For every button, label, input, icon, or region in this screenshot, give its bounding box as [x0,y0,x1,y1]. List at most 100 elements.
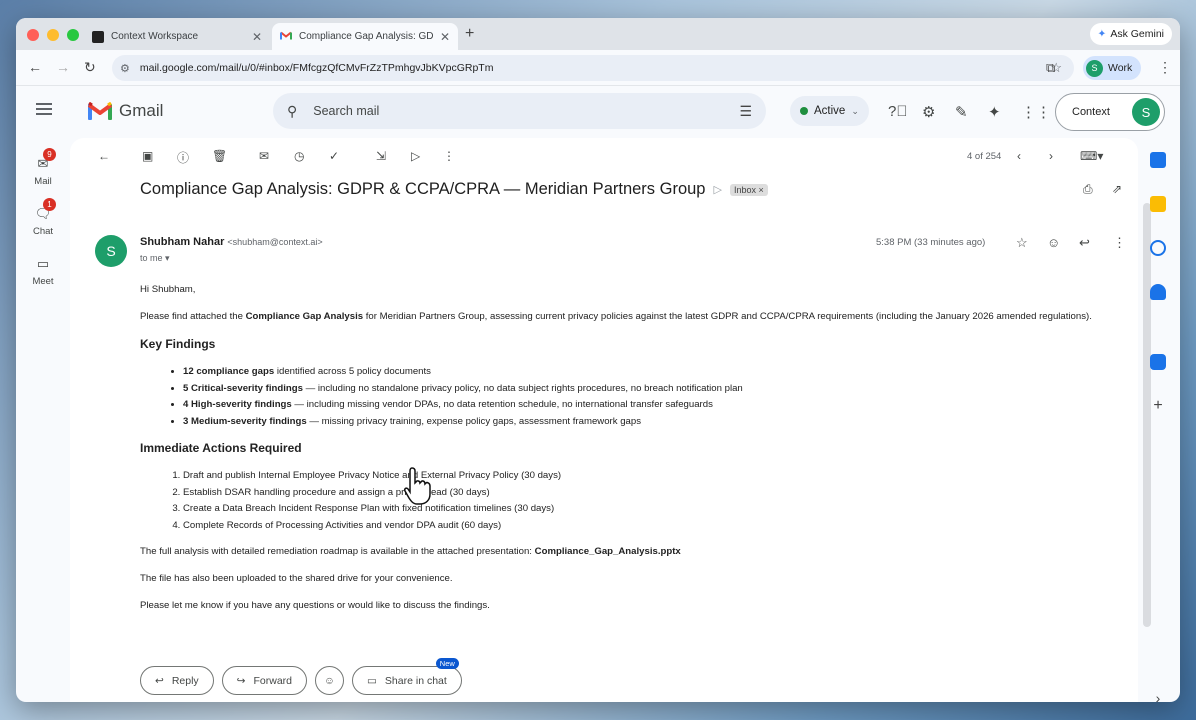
forward-arrow-icon[interactable]: → [56,59,70,75]
tab-strip: Context Workspace ✕ Compliance Gap Analy… [16,18,1180,50]
action-item: Create a Data Breach Incident Response P… [183,501,1110,518]
maximize-window-button[interactable] [67,29,79,41]
gemini-icon[interactable]: ✦ [988,103,1001,121]
closing-paragraph: The full analysis with detailed remediat… [140,544,1110,560]
close-window-button[interactable] [27,29,39,41]
search-options-icon[interactable]: ☰ [739,103,752,120]
gmail-logo[interactable]: Gmail [88,101,163,121]
move-to-icon[interactable]: ⇲ [376,149,386,163]
main-menu-icon[interactable] [36,103,52,115]
context-favicon-icon [92,30,104,43]
report-spam-icon[interactable]: ⓘ [177,149,189,166]
label-icon[interactable]: ▷ [411,149,420,163]
rail-item-mail[interactable]: ✉ 9 Mail [16,148,70,187]
finding-text: — including no standalone privacy policy… [302,382,743,394]
tasks-icon[interactable] [1150,240,1166,256]
reply-arrow-icon[interactable]: ↩ [1079,235,1090,251]
chat-unread-badge: 1 [43,198,56,211]
zoom-icon[interactable] [1150,354,1166,370]
extension-icon[interactable]: ✎ [955,103,968,121]
inbox-label-chip[interactable]: Inbox × [729,183,768,196]
email-body: Hi Shubham, Please find attached the Com… [140,282,1110,625]
rail-label-chat: Chat [32,226,54,237]
action-item: Draft and publish Internal Employee Priv… [183,468,1110,485]
older-chevron-icon[interactable]: › [1049,149,1053,163]
sender-name[interactable]: Shubham Nahar [140,236,224,248]
context-account-button[interactable]: Context S [1055,93,1165,131]
minimize-window-button[interactable] [47,29,59,41]
settings-gear-icon[interactable]: ⚙ [922,103,935,121]
apps-grid-icon[interactable]: ⋮⋮ [1021,103,1051,121]
intro-text-end: for Meridian Partners Group, assessing c… [363,311,1092,322]
sender-avatar[interactable]: S [95,235,127,267]
profile-chip[interactable]: S Work [1083,56,1142,80]
tab-title: Context Workspace [111,31,199,42]
action-item: Establish DSAR handling procedure and as… [183,485,1110,502]
tab-compliance-gap[interactable]: Compliance Gap Analysis: GD ✕ [272,23,458,50]
site-info-icon[interactable]: ⚙ [120,62,130,75]
emoji-react-icon[interactable]: ☺ [1047,235,1060,250]
findings-list: 12 compliance gaps identified across 5 p… [183,364,1110,430]
address-bar[interactable]: ⚙ mail.google.com/mail/u/0/#inbox/FMfcgz… [112,55,1074,81]
new-tab-button[interactable]: + [465,25,474,43]
star-icon[interactable]: ☆ [1016,235,1028,251]
reload-icon[interactable]: ↻ [84,59,96,76]
contacts-icon[interactable] [1150,284,1166,300]
delete-icon[interactable]: 🗑 [212,149,227,163]
status-selector[interactable]: Active ⌄ [790,96,869,126]
close-tab-icon[interactable]: ✕ [252,30,262,44]
chat-bubble-icon: ▭ [367,674,377,687]
importance-marker-icon[interactable]: ▷ [714,183,722,196]
url-text: mail.google.com/mail/u/0/#inbox/FMfcgzQf… [139,62,494,74]
email-subject-row: Compliance Gap Analysis: GDPR & CCPA/CPR… [140,180,768,199]
archive-icon[interactable]: ▣ [142,149,153,163]
search-icon[interactable]: ⚲ [287,103,297,120]
ask-gemini-button[interactable]: ✦ Ask Gemini [1089,23,1172,45]
finding-bold: 5 Critical-severity findings [183,382,303,394]
share-label: Share in chat [384,674,447,687]
back-to-inbox-icon[interactable]: ← [98,149,110,163]
reply-button[interactable]: ↩ Reply [140,666,214,695]
calendar-icon[interactable] [1150,152,1166,168]
recipient-details[interactable]: to me ▾ [140,253,170,264]
search-input[interactable]: Search mail [313,104,739,118]
input-tools-keyboard-icon[interactable]: ⌨▾ [1080,149,1103,163]
closing-text: The full analysis with detailed remediat… [140,546,535,557]
extensions-puzzle-icon[interactable]: ⧉ [1046,60,1055,76]
print-icon[interactable]: ⎙ [1083,182,1093,197]
forward-button[interactable]: ↪ Forward [221,666,307,695]
share-in-chat-button[interactable]: ▭ Share in chat New [352,658,462,695]
actions-list: Draft and publish Internal Employee Priv… [183,468,1110,534]
emoji-button[interactable]: ☺ [315,666,344,695]
expand-panel-chevron-icon[interactable]: › [1150,690,1166,702]
snooze-clock-icon[interactable]: ◷ [294,149,304,163]
gmail-m-icon [88,102,112,120]
account-avatar[interactable]: S [1132,98,1160,126]
add-task-icon[interactable]: ✓ [329,149,339,163]
keep-icon[interactable] [1150,196,1166,212]
finding-bold: 12 compliance gaps [183,366,275,377]
help-icon[interactable]: ?⃝ [888,103,908,120]
browser-menu-icon[interactable]: ⋮ [1158,59,1172,76]
signoff: Please let me know if you have any quest… [140,600,490,611]
back-arrow-icon[interactable]: ← [28,59,42,75]
gmail-header: Gmail ⚲ Search mail ☰ Active ⌄ ?⃝ ⚙ ✎ ✦ … [16,87,1180,137]
newer-chevron-icon[interactable]: ‹ [1017,149,1021,163]
rail-item-meet[interactable]: ▭ Meet [16,256,70,287]
finding-bold: 4 High-severity findings [183,399,292,410]
open-new-window-icon[interactable]: ⇗ [1112,182,1122,196]
context-label: Context [1072,106,1110,118]
ask-gemini-label: Ask Gemini [1110,28,1164,40]
tab-context-workspace[interactable]: Context Workspace ✕ [84,23,270,50]
drive-note: The file has also been uploaded to the s… [140,573,453,584]
mark-unread-icon[interactable]: ✉ [259,149,269,163]
recipient-text: to me [140,253,163,263]
close-tab-icon[interactable]: ✕ [440,30,450,44]
message-more-icon[interactable]: ⋮ [1113,235,1126,251]
chat-icon: 🗨 1 [33,198,56,222]
browser-window: Context Workspace ✕ Compliance Gap Analy… [16,18,1180,702]
search-bar[interactable]: ⚲ Search mail ☰ [273,93,766,129]
rail-item-chat[interactable]: 🗨 1 Chat [16,198,70,237]
get-addons-plus-icon[interactable]: + [1150,398,1166,414]
more-options-icon[interactable]: ⋮ [443,149,455,163]
